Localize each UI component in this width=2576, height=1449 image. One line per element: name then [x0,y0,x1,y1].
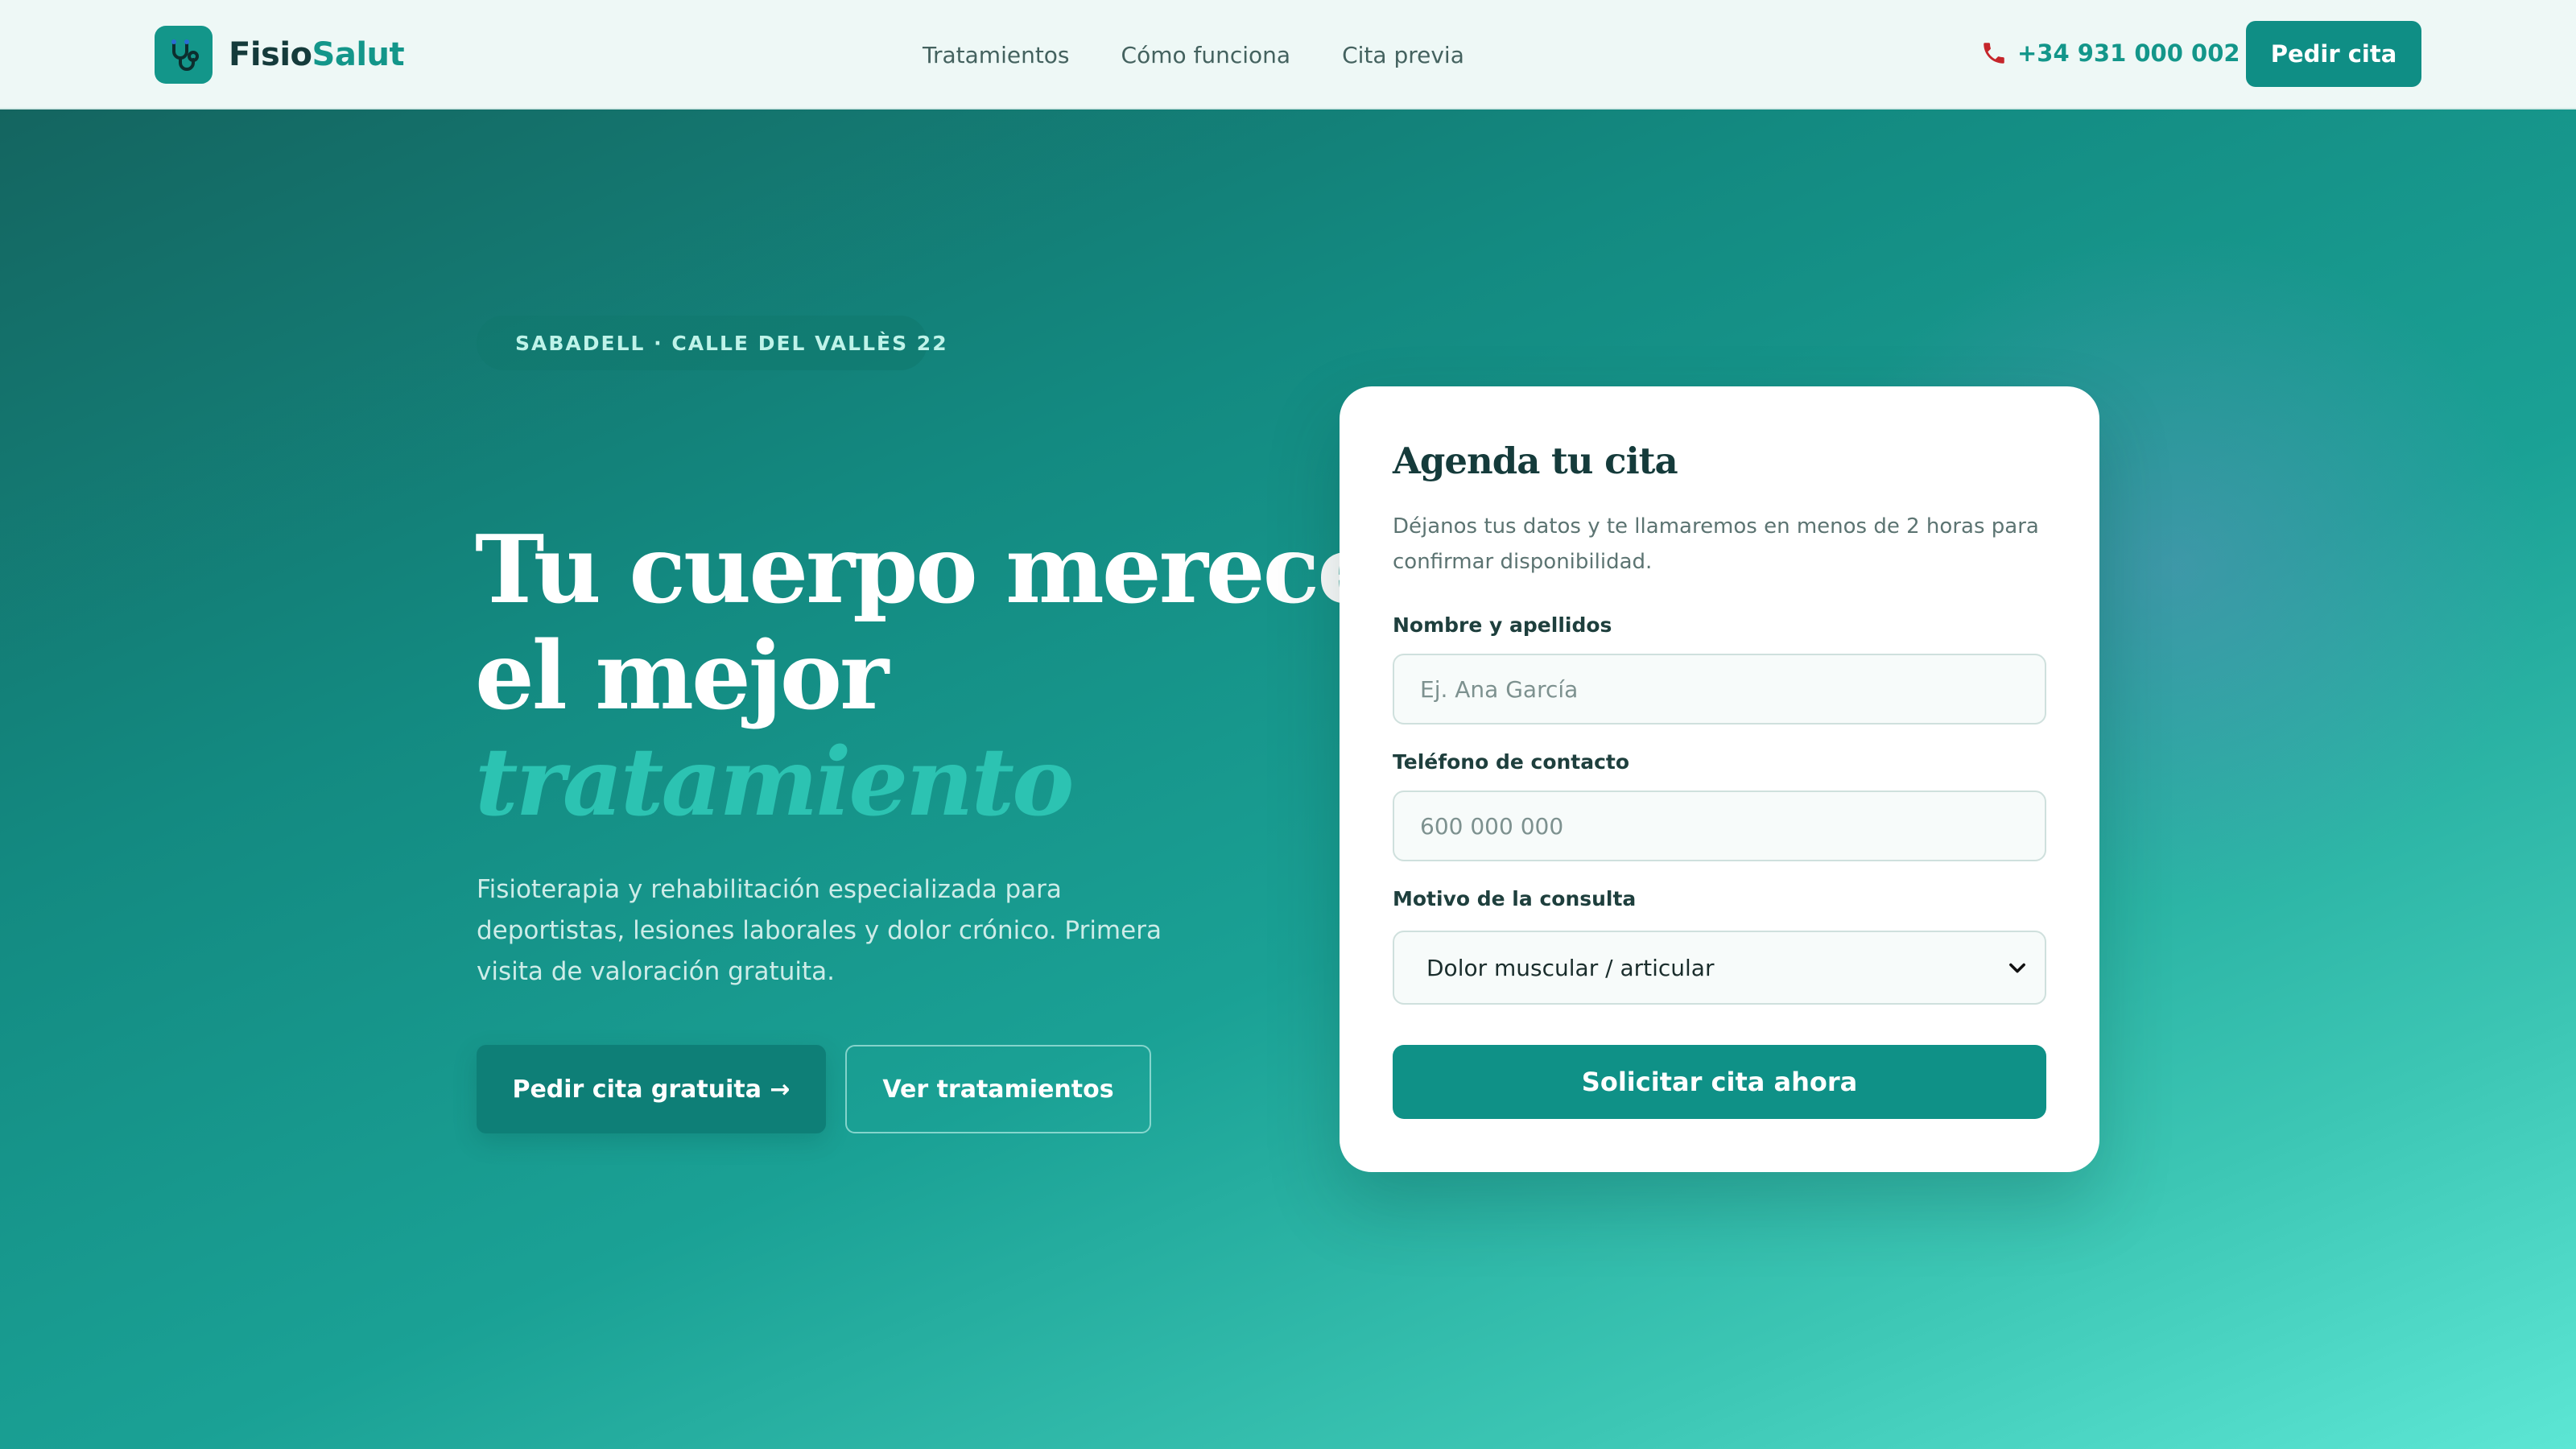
nav-link-cita-previa[interactable]: Cita previa [1342,42,1464,68]
headline-accent: tratamiento [475,728,1075,837]
phone-icon [1984,43,2004,64]
solicitar-cita-button[interactable]: Solicitar cita ahora [1393,1045,2046,1119]
name-label: Nombre y apellidos [1393,613,1612,637]
brand-logo[interactable]: FisioSalut [155,26,405,84]
location-text: SABADELL · CALLE DEL VALLÈS 22 [515,331,948,355]
stethoscope-icon [155,26,213,84]
headline-line-2: el mejor [475,621,889,731]
hero-section [0,109,2576,1449]
nav-link-como-funciona[interactable]: Cómo funciona [1121,42,1291,68]
chevron-down-icon [2009,963,2025,973]
brand-name-part2: Salut [312,36,405,73]
nav-link-tratamientos[interactable]: Tratamientos [923,42,1070,68]
phone-number: +34 931 000 002 [2017,39,2240,67]
phone-link[interactable]: +34 931 000 002 [1980,35,2240,71]
reason-label: Motivo de la consulta [1393,887,1637,910]
top-navbar: FisioSalut Tratamientos Cómo funciona Ci… [0,0,2576,109]
ver-tratamientos-button[interactable]: Ver tratamientos [845,1045,1151,1133]
reason-selected-value: Dolor muscular / articular [1426,954,1715,981]
phone-label: Teléfono de contacto [1393,750,1630,774]
hero-description: Fisioterapia y rehabilitación especializ… [477,875,1162,986]
pedir-cita-gratuita-button[interactable]: Pedir cita gratuita → [477,1045,826,1133]
location-badge: SABADELL · CALLE DEL VALLÈS 22 [477,316,947,370]
brand-name-part1: Fisio [229,36,312,73]
reason-select[interactable]: Dolor muscular / articular [1393,931,2046,1005]
form-title: Agenda tu cita [1393,440,1678,482]
brand-name: FisioSalut [229,36,405,73]
phone-input[interactable] [1393,791,2046,861]
appointment-form-card: Agenda tu cita Déjanos tus datos y te ll… [1340,386,2099,1172]
hero-headline: Tu cuerpo merece el mejor tratamiento [475,515,1377,837]
nav-links: Tratamientos Cómo funciona Cita previa [923,35,1516,74]
pedir-cita-button[interactable]: Pedir cita [2246,21,2421,87]
headline-line-1: Tu cuerpo merece [475,515,1377,625]
name-input[interactable] [1393,654,2046,724]
form-subtitle: Déjanos tus datos y te llamaremos en men… [1393,514,2039,574]
